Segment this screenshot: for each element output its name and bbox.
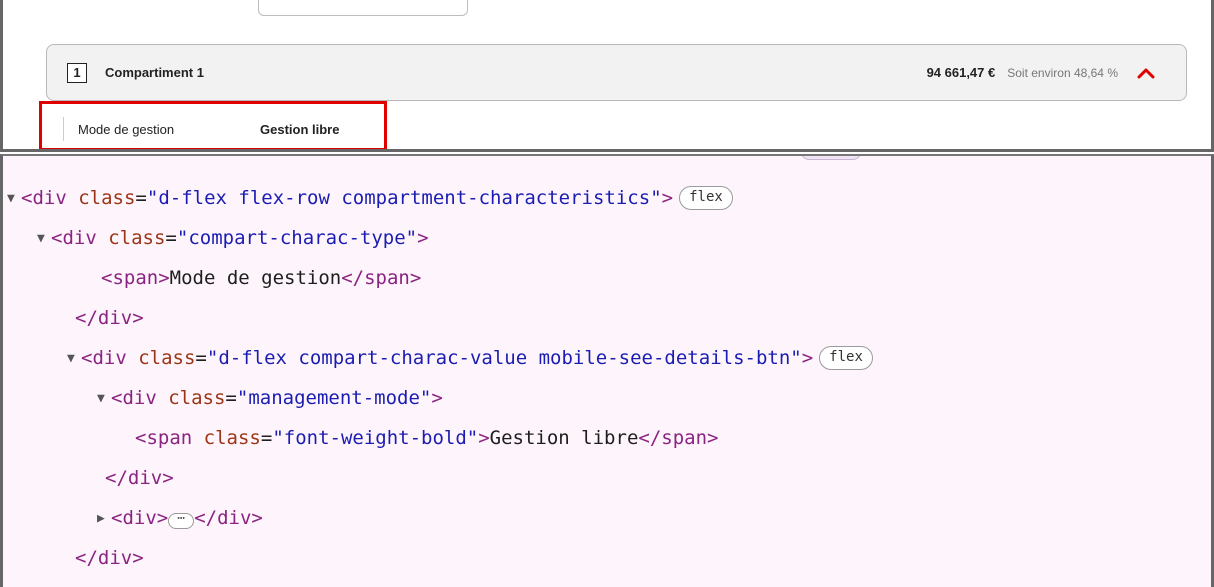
chevron-up-icon[interactable] <box>1136 66 1156 80</box>
dom-node-closing-div[interactable]: </div> <box>75 298 144 338</box>
attr-name: class <box>78 187 136 209</box>
tag-open: <div <box>111 387 157 409</box>
dom-node-compart-charac-type[interactable]: ▼ <div class="compart-charac-type"> <box>37 218 429 258</box>
dom-node-collapsed-div[interactable]: ▶ <div> ⋯ </div> <box>97 498 263 538</box>
tag-open: <span> <box>101 267 170 289</box>
dom-node-span-bold[interactable]: <span class="font-weight-bold">Gestion l… <box>135 418 718 458</box>
web-page-panel: ▀▀▀ ▀▀▀ 1 Compartiment 1 94 661,47 € Soi… <box>0 0 1214 152</box>
partial-heading-fragment: ▀▀▀ ▀▀▀ <box>281 0 404 14</box>
compartment-header[interactable]: 1 Compartiment 1 94 661,47 € Soit enviro… <box>46 44 1187 101</box>
highlight-annotation-box <box>39 101 387 149</box>
attr-value: "d-flex flex-row compartment-characteris… <box>146 187 662 209</box>
collapse-triangle-icon[interactable]: ▶ <box>97 499 111 539</box>
expand-triangle-icon[interactable]: ▼ <box>67 339 81 379</box>
tag-close: > <box>661 187 674 209</box>
attr-value: "d-flex compart-charac-value mobile-see-… <box>206 347 802 369</box>
attr-eq: = <box>225 387 237 409</box>
attr-value: "management-mode" <box>236 387 432 409</box>
tag-close: > <box>801 347 814 369</box>
attr-name: class <box>108 227 166 249</box>
expand-triangle-icon[interactable]: ▼ <box>37 219 51 259</box>
dom-node-span-mode[interactable]: <span>Mode de gestion</span> <box>101 258 421 298</box>
attr-value: "font-weight-bold" <box>272 427 479 449</box>
dom-node-management-mode[interactable]: ▼ <div class="management-mode"> <box>97 378 443 418</box>
tag-close: > <box>431 387 443 409</box>
tag-close: > <box>478 427 490 449</box>
compartment-title: Compartiment 1 <box>105 65 204 80</box>
node-text: Mode de gestion <box>169 267 342 289</box>
partial-badge <box>801 156 861 160</box>
dom-node-closing-div[interactable]: </div> <box>75 538 144 578</box>
attr-name: class <box>168 387 226 409</box>
tag-close: </div> <box>194 507 263 529</box>
tag-open: <div <box>21 187 67 209</box>
tag-open: <span <box>135 427 193 449</box>
tag-open: <div> <box>111 507 169 529</box>
compartment-number-badge: 1 <box>67 62 87 83</box>
attr-eq: = <box>260 427 273 449</box>
tag-close: </div> <box>105 467 174 489</box>
tag-close: </div> <box>75 547 144 569</box>
attr-name: class <box>203 427 261 449</box>
flex-badge[interactable]: flex <box>819 346 873 370</box>
expand-triangle-icon[interactable]: ▼ <box>7 179 21 219</box>
compartment-amount: 94 661,47 € <box>926 65 996 80</box>
node-text: Gestion libre <box>489 427 639 449</box>
attr-name: class <box>138 347 196 369</box>
compartment-share: Soit environ 48,64 % <box>1007 65 1118 80</box>
attr-eq: = <box>195 347 207 369</box>
tag-end: </span> <box>638 427 719 449</box>
dom-node-compartment-characteristics[interactable]: ▼ <div class="d-flex flex-row compartment… <box>7 178 733 218</box>
dom-node-closing-div[interactable]: </div> <box>105 458 174 498</box>
attr-eq: = <box>165 227 177 249</box>
tag-close: </span> <box>341 267 422 289</box>
attr-value: "compart-charac-type" <box>176 227 418 249</box>
tag-open: <div <box>81 347 127 369</box>
dom-node-compart-charac-value[interactable]: ▼ <div class="d-flex compart-charac-value… <box>67 338 873 378</box>
expand-triangle-icon[interactable]: ▼ <box>97 379 111 419</box>
attr-eq: = <box>135 187 147 209</box>
ellipsis-icon[interactable]: ⋯ <box>168 512 195 529</box>
flex-badge[interactable]: flex <box>679 186 733 210</box>
tag-close: > <box>417 227 429 249</box>
tag-open: <div <box>51 227 97 249</box>
devtools-elements-panel: ▼ <div class="d-flex flex-row compartment… <box>0 154 1214 587</box>
tag-close: </div> <box>75 307 144 329</box>
